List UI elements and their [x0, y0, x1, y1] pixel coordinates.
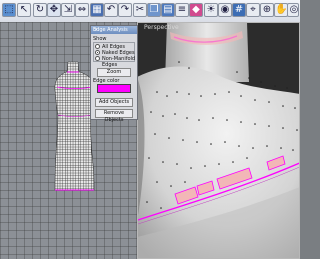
torso-closeup-render: [137, 22, 300, 259]
grid-icon[interactable]: #: [232, 3, 246, 17]
redo-icon[interactable]: ↷: [118, 3, 132, 17]
radio-naked-edges[interactable]: [95, 50, 100, 55]
radio-all-edges[interactable]: [95, 44, 100, 49]
main-toolbar: ⬚ ↖ ↻ ✥ ⇲ ⇔ ▦ ↶ ↷ ✂ ❐ ▤ ≡ ◆ ☀ ◉ # ⌖ ⊕ ✋ …: [0, 0, 300, 23]
orbit-icon[interactable]: ◎: [287, 3, 299, 17]
select-icon[interactable]: ⬚: [2, 3, 16, 17]
radio-non-manifold-edges[interactable]: [95, 56, 100, 61]
perspective-viewport[interactable]: Perspective: [137, 22, 300, 259]
snap-icon[interactable]: ⌖: [246, 3, 260, 17]
layer-icon[interactable]: ≡: [175, 3, 189, 17]
paste-icon[interactable]: ▤: [161, 3, 175, 17]
pan-icon[interactable]: ✋: [274, 3, 288, 17]
zoom-button[interactable]: Zoom: [97, 68, 131, 77]
copy-icon[interactable]: ❐: [147, 3, 161, 17]
move-icon[interactable]: ✥: [47, 3, 61, 17]
undo-icon[interactable]: ↶: [104, 3, 118, 17]
light-icon[interactable]: ☀: [204, 3, 218, 17]
zoom-icon[interactable]: ⊕: [260, 3, 274, 17]
option-non-manifold-label: Non-Manifold Edges: [102, 56, 136, 68]
perspective-viewport-title: Perspective: [144, 24, 179, 31]
array-icon[interactable]: ▦: [90, 3, 104, 17]
add-objects-button[interactable]: Add Objects: [95, 98, 133, 107]
mirror-icon[interactable]: ⇔: [75, 3, 89, 17]
edge-color-swatch[interactable]: [97, 84, 131, 93]
cut-icon[interactable]: ✂: [133, 3, 147, 17]
camera-icon[interactable]: ◉: [218, 3, 232, 17]
rotate-icon[interactable]: ↻: [33, 3, 47, 17]
edge-analysis-panel[interactable]: Edge Analysis × Show All Edges Naked Edg…: [90, 25, 138, 123]
scale-icon[interactable]: ⇲: [61, 3, 75, 17]
pointer-icon[interactable]: ↖: [17, 3, 31, 17]
panel-titlebar[interactable]: Edge Analysis ×: [91, 26, 137, 34]
render-icon[interactable]: ◆: [189, 3, 203, 17]
close-icon[interactable]: ×: [93, 26, 99, 33]
remove-objects-button[interactable]: Remove Objects: [95, 109, 133, 123]
app-window: ⬚ ↖ ↻ ✥ ⇲ ⇔ ▦ ↶ ↷ ✂ ❐ ▤ ≡ ◆ ☀ ◉ # ⌖ ⊕ ✋ …: [0, 0, 300, 259]
